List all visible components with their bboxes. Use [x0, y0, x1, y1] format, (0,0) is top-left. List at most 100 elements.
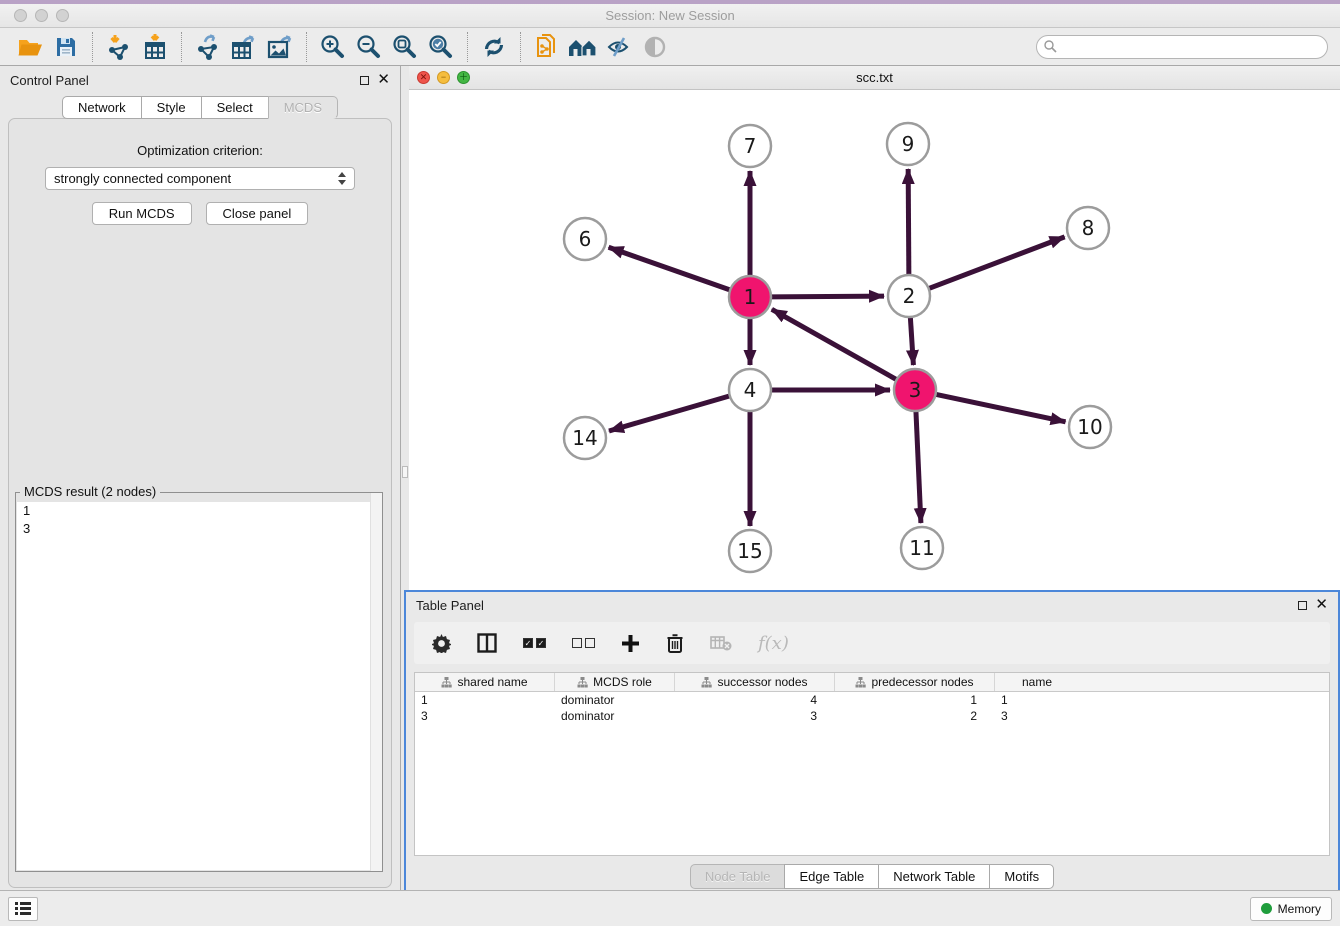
mcds-result-list[interactable]: 13: [17, 502, 381, 870]
column-label: MCDS role: [593, 675, 652, 689]
deselect-all-checkboxes-icon[interactable]: [572, 638, 595, 648]
graph-node-10[interactable]: 10: [1069, 406, 1111, 448]
graph-node-1[interactable]: 1: [729, 276, 771, 318]
column-label: successor nodes: [717, 675, 807, 689]
graph-edge-3-10[interactable]: [936, 394, 1066, 421]
optimization-criterion-label: Optimization criterion:: [9, 143, 391, 158]
graph-node-6[interactable]: 6: [564, 218, 606, 260]
graph-edge-3-11[interactable]: [916, 411, 921, 523]
close-panel-icon[interactable]: ✕: [377, 74, 390, 86]
export-image-icon[interactable]: [262, 31, 298, 63]
close-table-panel-icon[interactable]: ✕: [1315, 599, 1328, 611]
float-panel-icon[interactable]: [360, 76, 369, 85]
tab-network-table[interactable]: Network Table: [878, 864, 990, 889]
table-options-gear-icon[interactable]: [432, 634, 451, 653]
column-header-shared-name[interactable]: shared name: [415, 673, 555, 691]
tab-select[interactable]: Select: [201, 96, 269, 119]
table-cell[interactable]: 3: [415, 708, 555, 724]
graph-node-11[interactable]: 11: [901, 527, 943, 569]
graph-edge-1-6[interactable]: [609, 247, 731, 290]
zoom-fit-icon[interactable]: [387, 31, 423, 63]
graph-node-8[interactable]: 8: [1067, 207, 1109, 249]
table-cell[interactable]: 1: [995, 692, 1079, 708]
result-scrollbar[interactable]: [370, 493, 382, 871]
export-network-icon[interactable]: [190, 31, 226, 63]
close-panel-button[interactable]: Close panel: [206, 202, 309, 225]
table-cell[interactable]: 1: [415, 692, 555, 708]
graph-node-15[interactable]: 15: [729, 530, 771, 572]
search-icon: [1044, 40, 1057, 53]
table-cell[interactable]: 1: [835, 692, 995, 708]
task-history-button[interactable]: [8, 897, 38, 921]
import-table-icon[interactable]: [137, 31, 173, 63]
network-title: scc.txt: [409, 70, 1340, 85]
graph-node-7[interactable]: 7: [729, 125, 771, 167]
graph-node-4[interactable]: 4: [729, 369, 771, 411]
graph-node-9[interactable]: 9: [887, 123, 929, 165]
table-cell[interactable]: 2: [835, 708, 995, 724]
column-header-successor-nodes[interactable]: successor nodes: [675, 673, 835, 691]
column-header-MCDS-role[interactable]: MCDS role: [555, 673, 675, 691]
list-icon: [15, 902, 31, 915]
table-panel-header: Table Panel ✕: [406, 592, 1338, 618]
main-toolbar: [0, 28, 1340, 66]
svg-text:9: 9: [902, 132, 915, 156]
network-titlebar: ✕ − ＋ scc.txt: [409, 66, 1340, 90]
column-header-name[interactable]: name: [995, 673, 1079, 691]
column-header-predecessor-nodes[interactable]: predecessor nodes: [835, 673, 995, 691]
open-session-icon[interactable]: [12, 31, 48, 63]
svg-text:11: 11: [909, 536, 934, 560]
run-mcds-button[interactable]: Run MCDS: [92, 202, 192, 225]
graph-node-2[interactable]: 2: [888, 275, 930, 317]
graph-edge-1-2[interactable]: [771, 296, 884, 297]
add-row-icon[interactable]: [621, 634, 640, 653]
graph-edge-2-8[interactable]: [929, 237, 1065, 289]
zoom-selected-icon[interactable]: [423, 31, 459, 63]
svg-text:8: 8: [1082, 216, 1095, 240]
network-graph[interactable]: 7 9 6 8 1 2 4 3 14 10 15 11: [409, 90, 1340, 590]
graph-edge-3-1[interactable]: [772, 309, 897, 379]
first-neighbors-icon[interactable]: [565, 31, 601, 63]
show-hidden-icon[interactable]: [637, 31, 673, 63]
graph-edge-2-9[interactable]: [908, 169, 909, 275]
table-cell[interactable]: 3: [995, 708, 1079, 724]
zoom-out-icon[interactable]: [351, 31, 387, 63]
search-input[interactable]: [1036, 35, 1328, 59]
import-network-icon[interactable]: [101, 31, 137, 63]
save-session-icon[interactable]: [48, 31, 84, 63]
zoom-in-icon[interactable]: [315, 31, 351, 63]
tab-mcds[interactable]: MCDS: [268, 96, 338, 119]
delete-rows-icon[interactable]: [666, 633, 684, 653]
hide-selected-icon[interactable]: [601, 31, 637, 63]
svg-text:14: 14: [572, 426, 597, 450]
optimization-criterion-select[interactable]: strongly connected component: [45, 167, 355, 190]
export-table-icon[interactable]: [226, 31, 262, 63]
tab-motifs[interactable]: Motifs: [989, 864, 1054, 889]
table-row[interactable]: 1dominator411: [415, 692, 1329, 708]
table-row[interactable]: 3dominator323: [415, 708, 1329, 724]
network-canvas[interactable]: 7 9 6 8 1 2 4 3 14 10 15 11: [409, 90, 1340, 590]
table-cell[interactable]: 4: [675, 692, 835, 708]
app-title: Session: New Session: [0, 8, 1340, 23]
tab-style[interactable]: Style: [141, 96, 202, 119]
splitter-grip[interactable]: [402, 466, 408, 478]
float-table-panel-icon[interactable]: [1298, 601, 1307, 610]
table-cell[interactable]: 3: [675, 708, 835, 724]
graph-node-14[interactable]: 14: [564, 417, 606, 459]
graph-edge-2-3[interactable]: [910, 317, 913, 365]
graph-node-3[interactable]: 3: [894, 369, 936, 411]
clone-network-icon[interactable]: [529, 31, 565, 63]
graph-edge-4-14[interactable]: [609, 396, 730, 431]
show-columns-icon[interactable]: [477, 633, 497, 653]
apply-layout-icon[interactable]: [476, 31, 512, 63]
status-bar: Memory: [0, 890, 1340, 926]
tab-network[interactable]: Network: [62, 96, 142, 119]
tab-node-table[interactable]: Node Table: [690, 864, 786, 889]
select-all-checkboxes-icon[interactable]: ✓✓: [523, 638, 546, 648]
table-cell[interactable]: dominator: [555, 692, 675, 708]
table-cell[interactable]: dominator: [555, 708, 675, 724]
memory-button[interactable]: Memory: [1250, 897, 1332, 921]
network-view-window: ✕ − ＋ scc.txt 7 9 6 8 1 2 4 3 14 10 15 11: [409, 66, 1340, 590]
svg-text:4: 4: [744, 378, 757, 402]
tab-edge-table[interactable]: Edge Table: [784, 864, 879, 889]
